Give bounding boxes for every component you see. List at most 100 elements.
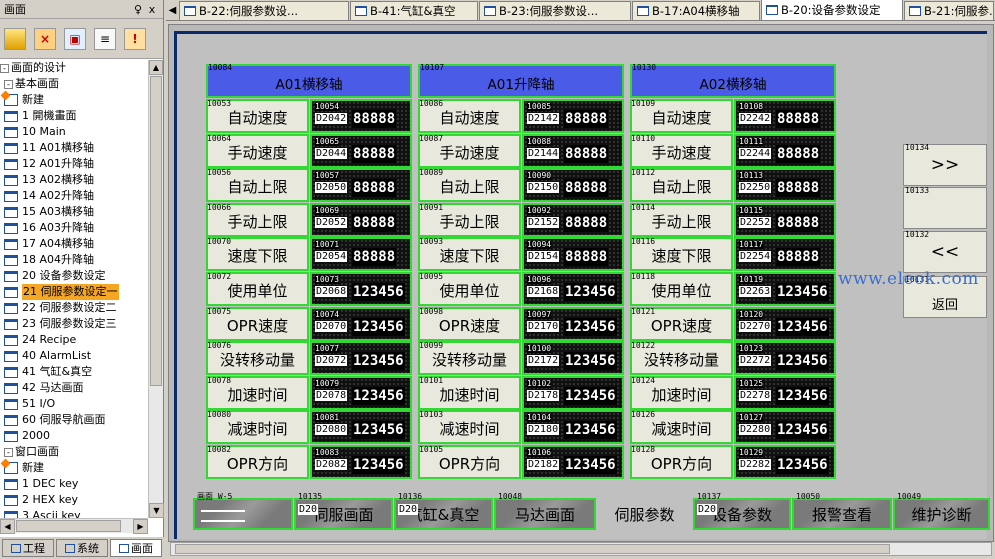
tree-item-window[interactable]: 1 DEC key	[0, 476, 148, 492]
numeric-input-field[interactable]: 123456 10129 D2282	[734, 445, 836, 479]
tab-project[interactable]: 工程	[2, 539, 54, 557]
numeric-input-field[interactable]: 88888 10069 D2052	[310, 202, 412, 237]
tree-item-screen[interactable]: 12 A01升降轴	[0, 156, 148, 172]
tree-horizontal-scrollbar[interactable]: ◀ ▶	[0, 518, 148, 534]
document-tab[interactable]: B-41:气缸&真空	[350, 1, 478, 20]
numeric-input-field[interactable]: 123456 10102 D2178	[522, 375, 624, 410]
tree-item-screen[interactable]: 22 伺服参数设定二	[0, 300, 148, 316]
delete-screen-icon[interactable]: ×	[34, 27, 56, 50]
numeric-input-field[interactable]: 123456 10120 D2270	[734, 306, 836, 341]
numeric-input-field[interactable]: 123456 10123 D2272	[734, 341, 836, 376]
document-icon[interactable]: ≡	[94, 27, 116, 50]
tree-item-window[interactable]: 2 HEX key	[0, 492, 148, 508]
numeric-input-field[interactable]: 123456 10125 D2278	[734, 375, 836, 410]
numeric-input-field[interactable]: 123456 10119 D2263	[734, 272, 836, 306]
document-tab[interactable]: B-20:设备参数设定	[761, 0, 903, 20]
numeric-input-field[interactable]: 123456 10079 D2078	[310, 375, 412, 410]
scroll-down-arrow[interactable]: ▼	[149, 503, 164, 518]
numeric-input-field[interactable]: 88888 10094 D2154	[522, 237, 624, 272]
tree-new-basic[interactable]: 新建	[0, 92, 148, 108]
tree-item-screen[interactable]: 42 马达画面	[0, 380, 148, 396]
numeric-input-field[interactable]: 123456 10096 D2168	[522, 272, 624, 306]
workspace-horizontal-scrollbar[interactable]	[170, 542, 992, 556]
numeric-input-field[interactable]: 123456 10073 D2068	[310, 272, 412, 306]
tab-scroll-left-icon[interactable]: ◀	[166, 1, 179, 20]
numeric-input-field[interactable]: 88888 10090 D2150	[522, 168, 624, 203]
tree-root[interactable]: - 画面的设计	[0, 60, 148, 76]
tree-vertical-scrollbar[interactable]: ▲ ▼	[148, 60, 164, 518]
numeric-input-field[interactable]: 88888 10117 D2254	[734, 237, 836, 272]
tab-system[interactable]: 系统	[56, 539, 108, 557]
tree-item-screen[interactable]: 60 伺服导航画面	[0, 412, 148, 428]
scroll-thumb[interactable]	[175, 544, 890, 554]
tree-item-screen[interactable]: 21 伺服参数设定一	[0, 284, 148, 300]
bottom-nav-button[interactable]: 设备参数 10137 D20	[693, 493, 791, 530]
numeric-input-field[interactable]: 123456 10100 D2172	[522, 341, 624, 376]
tree-item-screen[interactable]: 17 A04横移轴	[0, 236, 148, 252]
document-tab[interactable]: B-21:伺服参...	[904, 1, 994, 20]
tree-item-screen[interactable]: 1 開機畫面	[0, 108, 148, 124]
tree-item-screen[interactable]: 13 A02横移轴	[0, 172, 148, 188]
numeric-input-field[interactable]: 88888 10071 D2054	[310, 237, 412, 272]
tree-item-screen[interactable]: 23 伺服参数设定三	[0, 316, 148, 332]
scroll-left-arrow[interactable]: ◀	[0, 519, 15, 534]
numeric-input-field[interactable]: 88888 10065 D2044	[310, 133, 412, 168]
tree-item-screen[interactable]: 11 A01横移轴	[0, 140, 148, 156]
tree-item-screen[interactable]: 40 AlarmList	[0, 348, 148, 364]
numeric-input-field[interactable]: 123456 10127 D2280	[734, 410, 836, 445]
tree-item-screen[interactable]: 16 A03升降轴	[0, 220, 148, 236]
numeric-input-field[interactable]: 88888 10113 D2250	[734, 168, 836, 203]
numeric-input-field[interactable]: 88888 10057 D2050	[310, 168, 412, 203]
numeric-input-field[interactable]: 123456 10083 D2082	[310, 445, 412, 479]
numeric-input-field[interactable]: 88888 10085 D2142	[522, 99, 624, 133]
numeric-input-field[interactable]: 88888 10111 D2244	[734, 133, 836, 168]
tree-item-screen[interactable]: 18 A04升降轴	[0, 252, 148, 268]
tree-item-screen[interactable]: 51 I/O	[0, 396, 148, 412]
tree-item-screen[interactable]: 20 设备参数设定	[0, 268, 148, 284]
scroll-thumb[interactable]	[150, 76, 162, 386]
numeric-input-field[interactable]: 123456 10081 D2080	[310, 410, 412, 445]
tree-item-screen[interactable]: 15 A03横移轴	[0, 204, 148, 220]
tree-item-screen[interactable]: 10 Main	[0, 124, 148, 140]
bottom-nav-button[interactable]: 马达画面 10048	[494, 493, 596, 530]
document-tab[interactable]: B-17:A04横移轴	[632, 1, 760, 20]
pin-icon[interactable]: ♀	[131, 3, 145, 16]
tab-screen[interactable]: 画面	[110, 539, 162, 557]
bottom-nav-button[interactable]: 伺服画面 10135 D20	[294, 493, 393, 530]
warning-icon[interactable]: !	[124, 27, 146, 50]
numeric-input-field[interactable]: 88888 10088 D2144	[522, 133, 624, 168]
tree-item-screen[interactable]: 14 A02升降轴	[0, 188, 148, 204]
numeric-input-field[interactable]: 88888 10108 D2242	[734, 99, 836, 133]
document-tab[interactable]: B-23:伺服参数设...	[479, 1, 631, 20]
tree-new-window[interactable]: 新建	[0, 460, 148, 476]
open-folder-icon[interactable]	[4, 27, 26, 50]
numeric-input-field[interactable]: 123456 10077 D2072	[310, 341, 412, 376]
numeric-input-field[interactable]: 88888 10054 D2042	[310, 99, 412, 133]
tree-group-basic[interactable]: - 基本画面	[0, 76, 148, 92]
scroll-thumb[interactable]	[16, 520, 121, 532]
bottom-nav-button[interactable]: 维护诊断 10049	[893, 493, 990, 530]
tree-item-screen[interactable]: 24 Recipe	[0, 332, 148, 348]
numeric-input-field[interactable]: 123456 10106 D2182	[522, 445, 624, 479]
numeric-input-field[interactable]: 123456 10104 D2180	[522, 410, 624, 445]
tree-item-screen[interactable]: 41 气缸&真空	[0, 364, 148, 380]
tree-item-screen[interactable]: 2000	[0, 428, 148, 444]
scroll-up-arrow[interactable]: ▲	[149, 60, 163, 75]
tree-item-window[interactable]: 3 Ascii key	[0, 508, 148, 518]
screen-properties-icon[interactable]: ▣	[64, 27, 86, 50]
scroll-right-arrow[interactable]: ▶	[133, 519, 148, 534]
numeric-input-field[interactable]: 123456 10074 D2070	[310, 306, 412, 341]
close-icon[interactable]: x	[145, 3, 159, 16]
bottom-nav-button[interactable]: 报警查看 10050	[792, 493, 892, 530]
numeric-input-field[interactable]: 88888 10092 D2152	[522, 202, 624, 237]
numeric-input-field[interactable]: 123456 10097 D2170	[522, 306, 624, 341]
bottom-nav-button[interactable]: 画面 W-5	[193, 493, 293, 530]
prev-page-button[interactable]: << 10132	[903, 231, 987, 273]
bottom-nav-button[interactable]: 伺服参数	[597, 498, 692, 530]
document-tab[interactable]: B-22:伺服参数设...	[179, 1, 349, 20]
next-page-button[interactable]: >> 10134	[903, 144, 987, 186]
tree-group-window[interactable]: - 窗口画面	[0, 444, 148, 460]
numeric-input-field[interactable]: 88888 10115 D2252	[734, 202, 836, 237]
bottom-nav-button[interactable]: 气缸&真空 10136 D20	[394, 493, 493, 530]
blank-button[interactable]: 10133	[903, 187, 987, 229]
